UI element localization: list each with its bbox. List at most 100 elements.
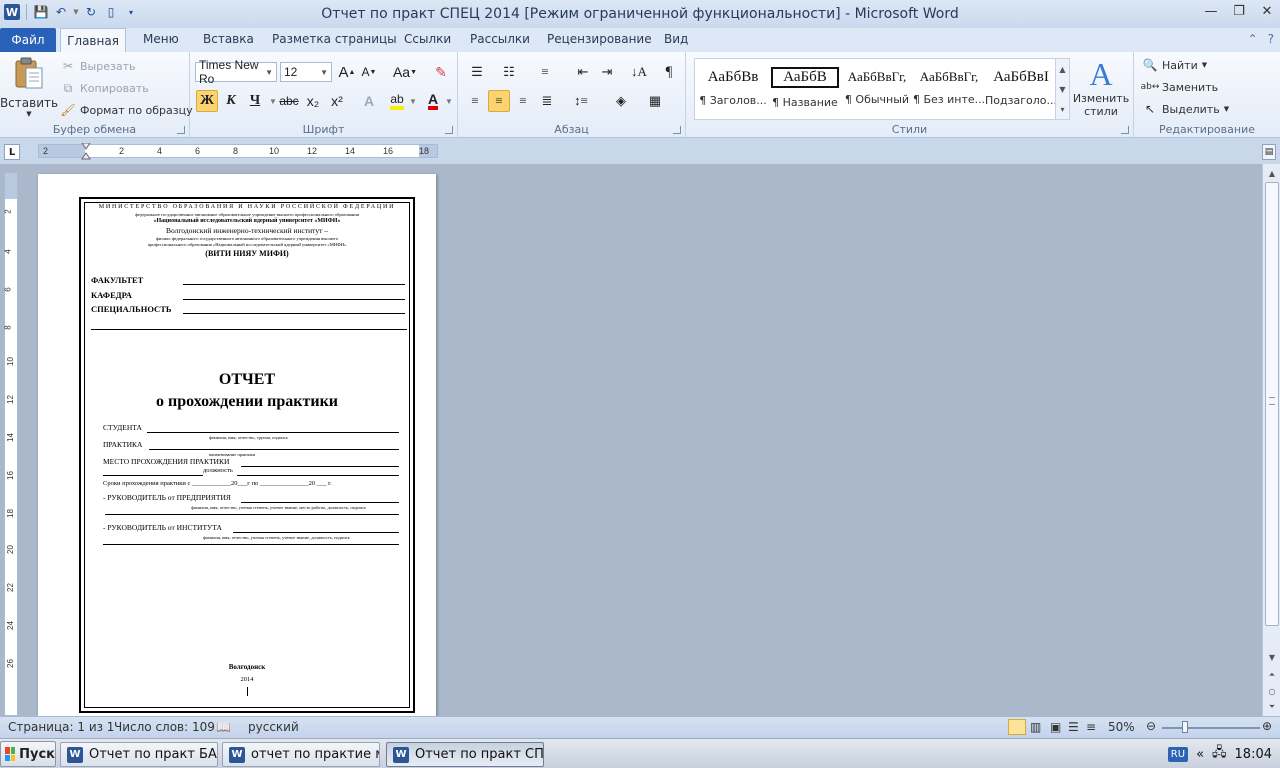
show-marks-button[interactable]: ¶ [658, 61, 680, 83]
help-icon[interactable]: ? [1268, 32, 1274, 46]
tray-expand-icon[interactable]: « [1196, 747, 1204, 762]
faculty-line[interactable] [183, 284, 405, 285]
head-company-line-2[interactable] [105, 514, 399, 515]
web-layout-icon[interactable]: ▣ [1050, 720, 1061, 734]
start-button[interactable]: Пуск [0, 741, 56, 767]
zoom-level[interactable]: 50% [1108, 720, 1135, 734]
head-institute-line-2[interactable] [103, 544, 399, 545]
multilevel-list-icon[interactable]: ≡ [534, 61, 556, 83]
collapse-ribbon-icon[interactable]: ⌃ [1248, 32, 1258, 46]
indent-marker-icon[interactable] [81, 143, 91, 161]
print-layout-icon[interactable] [1008, 719, 1026, 735]
font-size-combo[interactable]: 12 ▼ [280, 62, 332, 82]
shading-icon[interactable]: ◈ [610, 90, 632, 112]
next-page-icon[interactable]: ⏷ [1265, 700, 1279, 714]
scroll-down-icon[interactable]: ▼ [1265, 650, 1279, 664]
tab-references[interactable]: Ссылки [404, 32, 451, 46]
bold-button[interactable]: Ж [196, 90, 218, 112]
format-painter-button[interactable]: 🖌 Формат по образцу [60, 102, 192, 118]
line-spacing-icon[interactable]: ↕≡ [570, 90, 592, 112]
select-dropdown-icon[interactable]: ▼ [1224, 105, 1229, 113]
text-effects-icon[interactable]: A [358, 90, 380, 112]
vertical-scrollbar[interactable]: ▲ ▼ ⏶ ○ ⏷ [1262, 164, 1280, 716]
scrollbar-thumb[interactable] [1265, 182, 1279, 626]
font-color-dropdown-icon[interactable]: ▼ [438, 90, 460, 112]
italic-button[interactable]: К [220, 90, 242, 112]
browse-object-icon[interactable]: ○ [1265, 684, 1279, 698]
tab-insert[interactable]: Вставка [203, 32, 254, 46]
grow-font-button[interactable]: A ▲ [336, 61, 358, 83]
position-line[interactable] [237, 475, 399, 476]
tab-file[interactable]: Файл [0, 28, 56, 52]
find-button[interactable]: 🔍 Найти ▼ [1142, 57, 1208, 73]
decrease-indent-icon[interactable]: ⇤ [572, 61, 594, 83]
tab-home[interactable]: Главная [60, 28, 126, 53]
borders-icon[interactable]: ▦ [644, 90, 666, 112]
specialty-line[interactable] [183, 313, 405, 314]
copy-button[interactable]: ⧉ Копировать [60, 80, 149, 96]
restore-icon[interactable]: ❐ [1232, 4, 1246, 19]
style-title[interactable]: АаБбВ ¶ Название [769, 61, 841, 117]
select-button[interactable]: ↖ Выделить ▼ [1142, 101, 1229, 117]
styles-down-icon[interactable]: ▼ [1059, 85, 1065, 94]
clock[interactable]: 18:04 [1235, 747, 1272, 762]
minimize-icon[interactable]: — [1204, 4, 1218, 19]
practice-line[interactable] [149, 449, 399, 450]
clipboard-launcher-icon[interactable] [177, 126, 185, 134]
outline-icon[interactable]: ☰ [1068, 720, 1079, 734]
font-name-dropdown-icon[interactable]: ▼ [265, 68, 273, 77]
numbering-icon[interactable]: ☷ [498, 61, 520, 83]
place-line-2[interactable] [103, 475, 203, 476]
ruler-toggle-icon[interactable]: ▤ [1262, 144, 1276, 160]
clear-format-icon[interactable]: ✎ [430, 61, 452, 83]
change-case-button[interactable]: Aa ▼ [390, 61, 420, 83]
paragraph-launcher-icon[interactable] [673, 126, 681, 134]
page-count[interactable]: Страница: 1 из 1 [8, 720, 114, 734]
find-dropdown-icon[interactable]: ▼ [1202, 61, 1207, 69]
scroll-up-icon[interactable]: ▲ [1265, 166, 1279, 180]
language-indicator[interactable]: RU [1167, 746, 1189, 762]
zoom-slider[interactable] [1162, 727, 1260, 729]
zoom-out-icon[interactable]: ⊖ [1146, 719, 1156, 733]
styles-launcher-icon[interactable] [1121, 126, 1129, 134]
horizontal-ruler[interactable]: 2 2 4 6 8 10 12 14 16 18 [38, 143, 438, 161]
full-screen-reading-icon[interactable]: ▥ [1030, 720, 1041, 734]
close-icon[interactable]: ✕ [1260, 4, 1274, 19]
place-line[interactable] [241, 466, 399, 467]
tab-review[interactable]: Рецензирование [547, 32, 652, 46]
align-left-icon[interactable]: ≡ [464, 90, 486, 112]
bullets-icon[interactable]: ☰ [466, 61, 488, 83]
paste-dropdown-icon[interactable]: ▼ [26, 110, 31, 118]
language-status[interactable]: русский [248, 720, 299, 734]
subscript-button[interactable]: x₂ [302, 90, 324, 112]
sort-icon[interactable]: ↓A [628, 61, 650, 83]
superscript-button[interactable]: x² [326, 90, 348, 112]
head-institute-line[interactable] [233, 532, 399, 533]
taskbar-item-2[interactable]: W отчет по практие м... [222, 742, 380, 767]
taskbar-item-1[interactable]: W Отчет по практ БА... [60, 742, 218, 767]
vertical-ruler[interactable]: 2 4 6 8 10 12 14 16 18 20 22 24 26 [4, 172, 18, 716]
tab-mailings[interactable]: Рассылки [470, 32, 530, 46]
increase-indent-icon[interactable]: ⇥ [596, 61, 618, 83]
draft-icon[interactable]: ≡ [1086, 720, 1096, 734]
network-icon[interactable]: 🖧 [1212, 743, 1227, 765]
student-line[interactable] [147, 432, 399, 433]
taskbar-item-3[interactable]: W Отчет по практ СП... [386, 742, 544, 767]
font-name-combo[interactable]: Times New Ro ▼ [195, 58, 277, 86]
styles-scroll[interactable]: ▲ ▼ ▾ [1055, 59, 1069, 119]
word-count[interactable]: Число слов: 109 [114, 720, 215, 734]
styles-up-icon[interactable]: ▲ [1059, 65, 1065, 74]
zoom-slider-thumb[interactable] [1182, 721, 1188, 733]
department-line[interactable] [183, 299, 405, 300]
tab-menu[interactable]: Меню [143, 32, 179, 46]
tab-selector[interactable]: L [4, 144, 20, 160]
style-no-spacing[interactable]: АаБбВвГг, ¶ Без инте... [913, 61, 985, 117]
tab-view[interactable]: Вид [664, 32, 688, 46]
justify-icon[interactable]: ≣ [536, 90, 558, 112]
styles-more-icon[interactable]: ▾ [1060, 105, 1064, 114]
style-subtitle[interactable]: АаБбВвI Подзаголо... [985, 61, 1057, 117]
zoom-in-icon[interactable]: ⊕ [1262, 719, 1272, 733]
highlight-dropdown-icon[interactable]: ▼ [402, 90, 424, 112]
align-center-icon[interactable]: ≡ [488, 90, 510, 112]
font-size-dropdown-icon[interactable]: ▼ [320, 68, 328, 77]
